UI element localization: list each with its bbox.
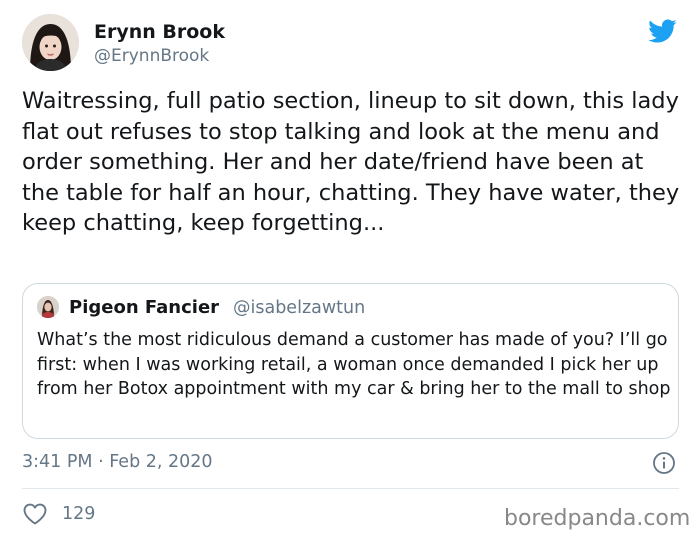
quoted-author-name[interactable]: Pigeon Fancier bbox=[69, 296, 219, 320]
divider bbox=[22, 488, 679, 489]
info-circle-icon[interactable] bbox=[652, 451, 676, 475]
tweet-timestamp[interactable]: 3:41 PM · Feb 2, 2020 bbox=[22, 450, 213, 474]
quoted-tweet-text: What’s the most ridiculous demand a cust… bbox=[37, 330, 671, 399]
twitter-bird-icon[interactable] bbox=[645, 16, 679, 46]
author-display-name[interactable]: Erynn Brook bbox=[94, 20, 225, 44]
quoted-author-handle[interactable]: @isabelzawtun bbox=[233, 296, 365, 320]
author-avatar[interactable] bbox=[22, 14, 79, 71]
heart-outline-icon[interactable] bbox=[22, 502, 48, 526]
quoted-tweet-card[interactable]: Pigeon Fancier @isabelzawtun What’s the … bbox=[22, 283, 679, 439]
author-handle[interactable]: @ErynnBrook bbox=[94, 45, 209, 67]
user-avatar-portrait bbox=[22, 14, 79, 71]
quoted-author-avatar[interactable] bbox=[37, 296, 59, 318]
site-watermark: boredpanda.com bbox=[504, 506, 691, 531]
tweet-text: Waitressing, full patio section, lineup … bbox=[22, 88, 680, 236]
like-count: 129 bbox=[62, 504, 96, 524]
user-avatar-small bbox=[37, 296, 59, 318]
